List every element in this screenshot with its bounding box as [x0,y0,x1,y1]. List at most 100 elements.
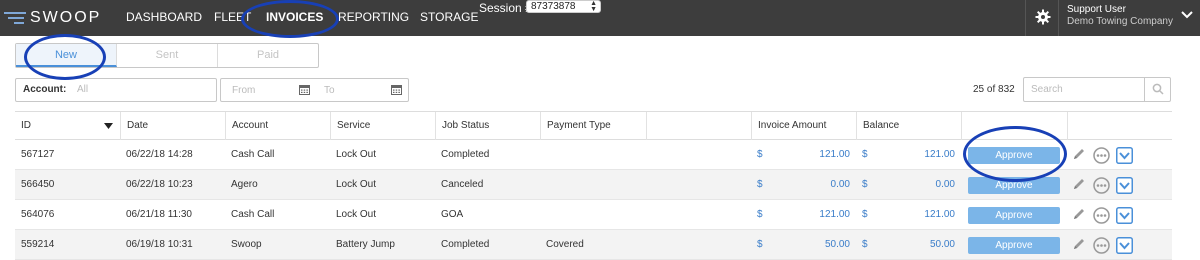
expand-icon[interactable] [1116,237,1133,254]
cell-date: 06/22/18 14:28 [126,149,193,160]
user-company[interactable]: Demo Towing Company [1067,16,1173,27]
cell-date: 06/21/18 11:30 [126,209,192,220]
settings-button[interactable] [1025,0,1059,36]
invoice-amount-currency: $ [757,209,763,220]
balance-currency: $ [862,149,868,160]
nav-fleet[interactable]: FLEET [214,10,251,24]
account-input[interactable]: All [77,84,88,95]
header-blank [646,112,751,140]
from-date-input[interactable]: From [232,85,255,96]
approve-button[interactable]: Approve [968,207,1060,224]
balance-value: 0.00 [935,179,955,190]
cell-service: Lock Out [336,179,377,190]
cell-service: Lock Out [336,209,377,220]
balance-value: 121.00 [924,209,955,220]
balance-currency: $ [862,239,868,250]
header-tools [1067,112,1172,140]
session-value: 87373878 [531,1,576,12]
invoice-amount-value: 50.00 [824,239,850,250]
cell-job-status: Canceled [441,179,484,190]
cell-payment-type: Covered [546,239,584,250]
approve-button[interactable]: Approve [968,177,1060,194]
logo-text: SWOOP [30,9,102,26]
cell-service: Battery Jump [336,239,395,250]
account-filter[interactable]: Account: All [15,78,217,102]
header-account[interactable]: Account [225,112,330,140]
invoice-amount-currency: $ [757,179,763,190]
balance-currency: $ [862,209,868,220]
cell-job-status: Completed [441,149,490,160]
tab-paid[interactable]: Paid [218,44,318,67]
pencil-icon[interactable] [1072,237,1086,251]
balance-value: 50.00 [929,239,955,250]
gear-icon [1035,9,1051,25]
invoice-amount-currency: $ [757,149,763,160]
search-input[interactable]: Search [1031,84,1063,95]
header-invoice-amount[interactable]: Invoice Amount [751,112,856,140]
table-row[interactable]: 566450 06/22/18 10:23 Agero Lock Out Cancele… [15,170,1172,200]
tab-sent[interactable]: Sent [117,44,218,67]
session-select[interactable]: 87373878 ▲ ▼ [526,0,601,13]
header-balance[interactable]: Balance [856,112,961,140]
table-row[interactable]: 564076 06/21/18 11:30 Cash Call Lock Out GOA… [15,200,1172,230]
nav-reporting[interactable]: REPORTING [338,10,409,24]
cell-account: Agero [231,179,258,190]
cell-account: Cash Call [231,209,275,220]
invoice-amount-value: 121.00 [819,209,850,220]
more-icon[interactable] [1093,237,1110,254]
top-nav: SWOOP DASHBOARD FLEET INVOICES REPORTING… [0,0,1200,36]
invoice-status-tabs: New Sent Paid [15,43,319,68]
table-row[interactable]: 567127 06/22/18 14:28 Cash Call Lock Out Com… [15,140,1172,170]
date-range-filter: From To [220,78,409,102]
cell-service: Lock Out [336,149,377,160]
cell-id: 566450 [21,179,55,190]
approve-button[interactable]: Approve [968,147,1060,164]
calendar-icon[interactable] [391,84,402,95]
result-count: 25 of 832 [973,84,1015,95]
expand-icon[interactable] [1116,207,1133,224]
select-arrows-icon: ▲ ▼ [590,0,597,13]
cell-account: Cash Call [231,149,275,160]
cell-id: 567127 [21,149,55,160]
header-id[interactable]: ID [15,112,120,140]
cell-id: 559214 [21,239,55,250]
expand-icon[interactable] [1116,147,1133,164]
table-row[interactable]: 559214 06/19/18 10:31 Swoop Battery Jump Com… [15,230,1172,260]
cell-job-status: Completed [441,239,490,250]
pencil-icon[interactable] [1072,147,1086,161]
sort-down-icon[interactable] [104,123,113,129]
header-payment-type[interactable]: Payment Type [540,112,646,140]
nav-dashboard[interactable]: DASHBOARD [126,10,202,24]
table-header: ID Date Account Service Job Status Payme… [15,111,1172,140]
pencil-icon[interactable] [1072,177,1086,191]
to-date-input[interactable]: To [324,85,335,96]
search-button[interactable] [1144,78,1170,101]
cell-id: 564076 [21,209,55,220]
nav-invoices[interactable]: INVOICES [266,10,323,24]
session-label: Session # [479,1,532,15]
expand-icon[interactable] [1116,177,1133,194]
header-actions [961,112,1067,140]
cell-job-status: GOA [441,209,464,220]
calendar-icon[interactable] [299,84,310,95]
chevron-down-icon[interactable] [1181,10,1193,20]
cell-date: 06/19/18 10:31 [126,239,193,250]
approve-button[interactable]: Approve [968,237,1060,254]
account-label: Account: [23,84,67,95]
pencil-icon[interactable] [1072,207,1086,221]
search-field[interactable]: Search [1023,77,1171,102]
header-service[interactable]: Service [330,112,435,140]
nav-storage[interactable]: STORAGE [420,10,478,24]
balance-value: 121.00 [924,149,955,160]
more-icon[interactable] [1093,207,1110,224]
user-name[interactable]: Support User [1067,4,1126,15]
more-icon[interactable] [1093,147,1110,164]
header-job-status[interactable]: Job Status [435,112,540,140]
header-date[interactable]: Date [120,112,225,140]
swoop-logo[interactable]: SWOOP [0,0,112,36]
invoice-amount-value: 0.00 [830,179,850,190]
logo-mark [2,12,26,24]
tab-new[interactable]: New [16,44,117,67]
invoice-amount-currency: $ [757,239,763,250]
more-icon[interactable] [1093,177,1110,194]
